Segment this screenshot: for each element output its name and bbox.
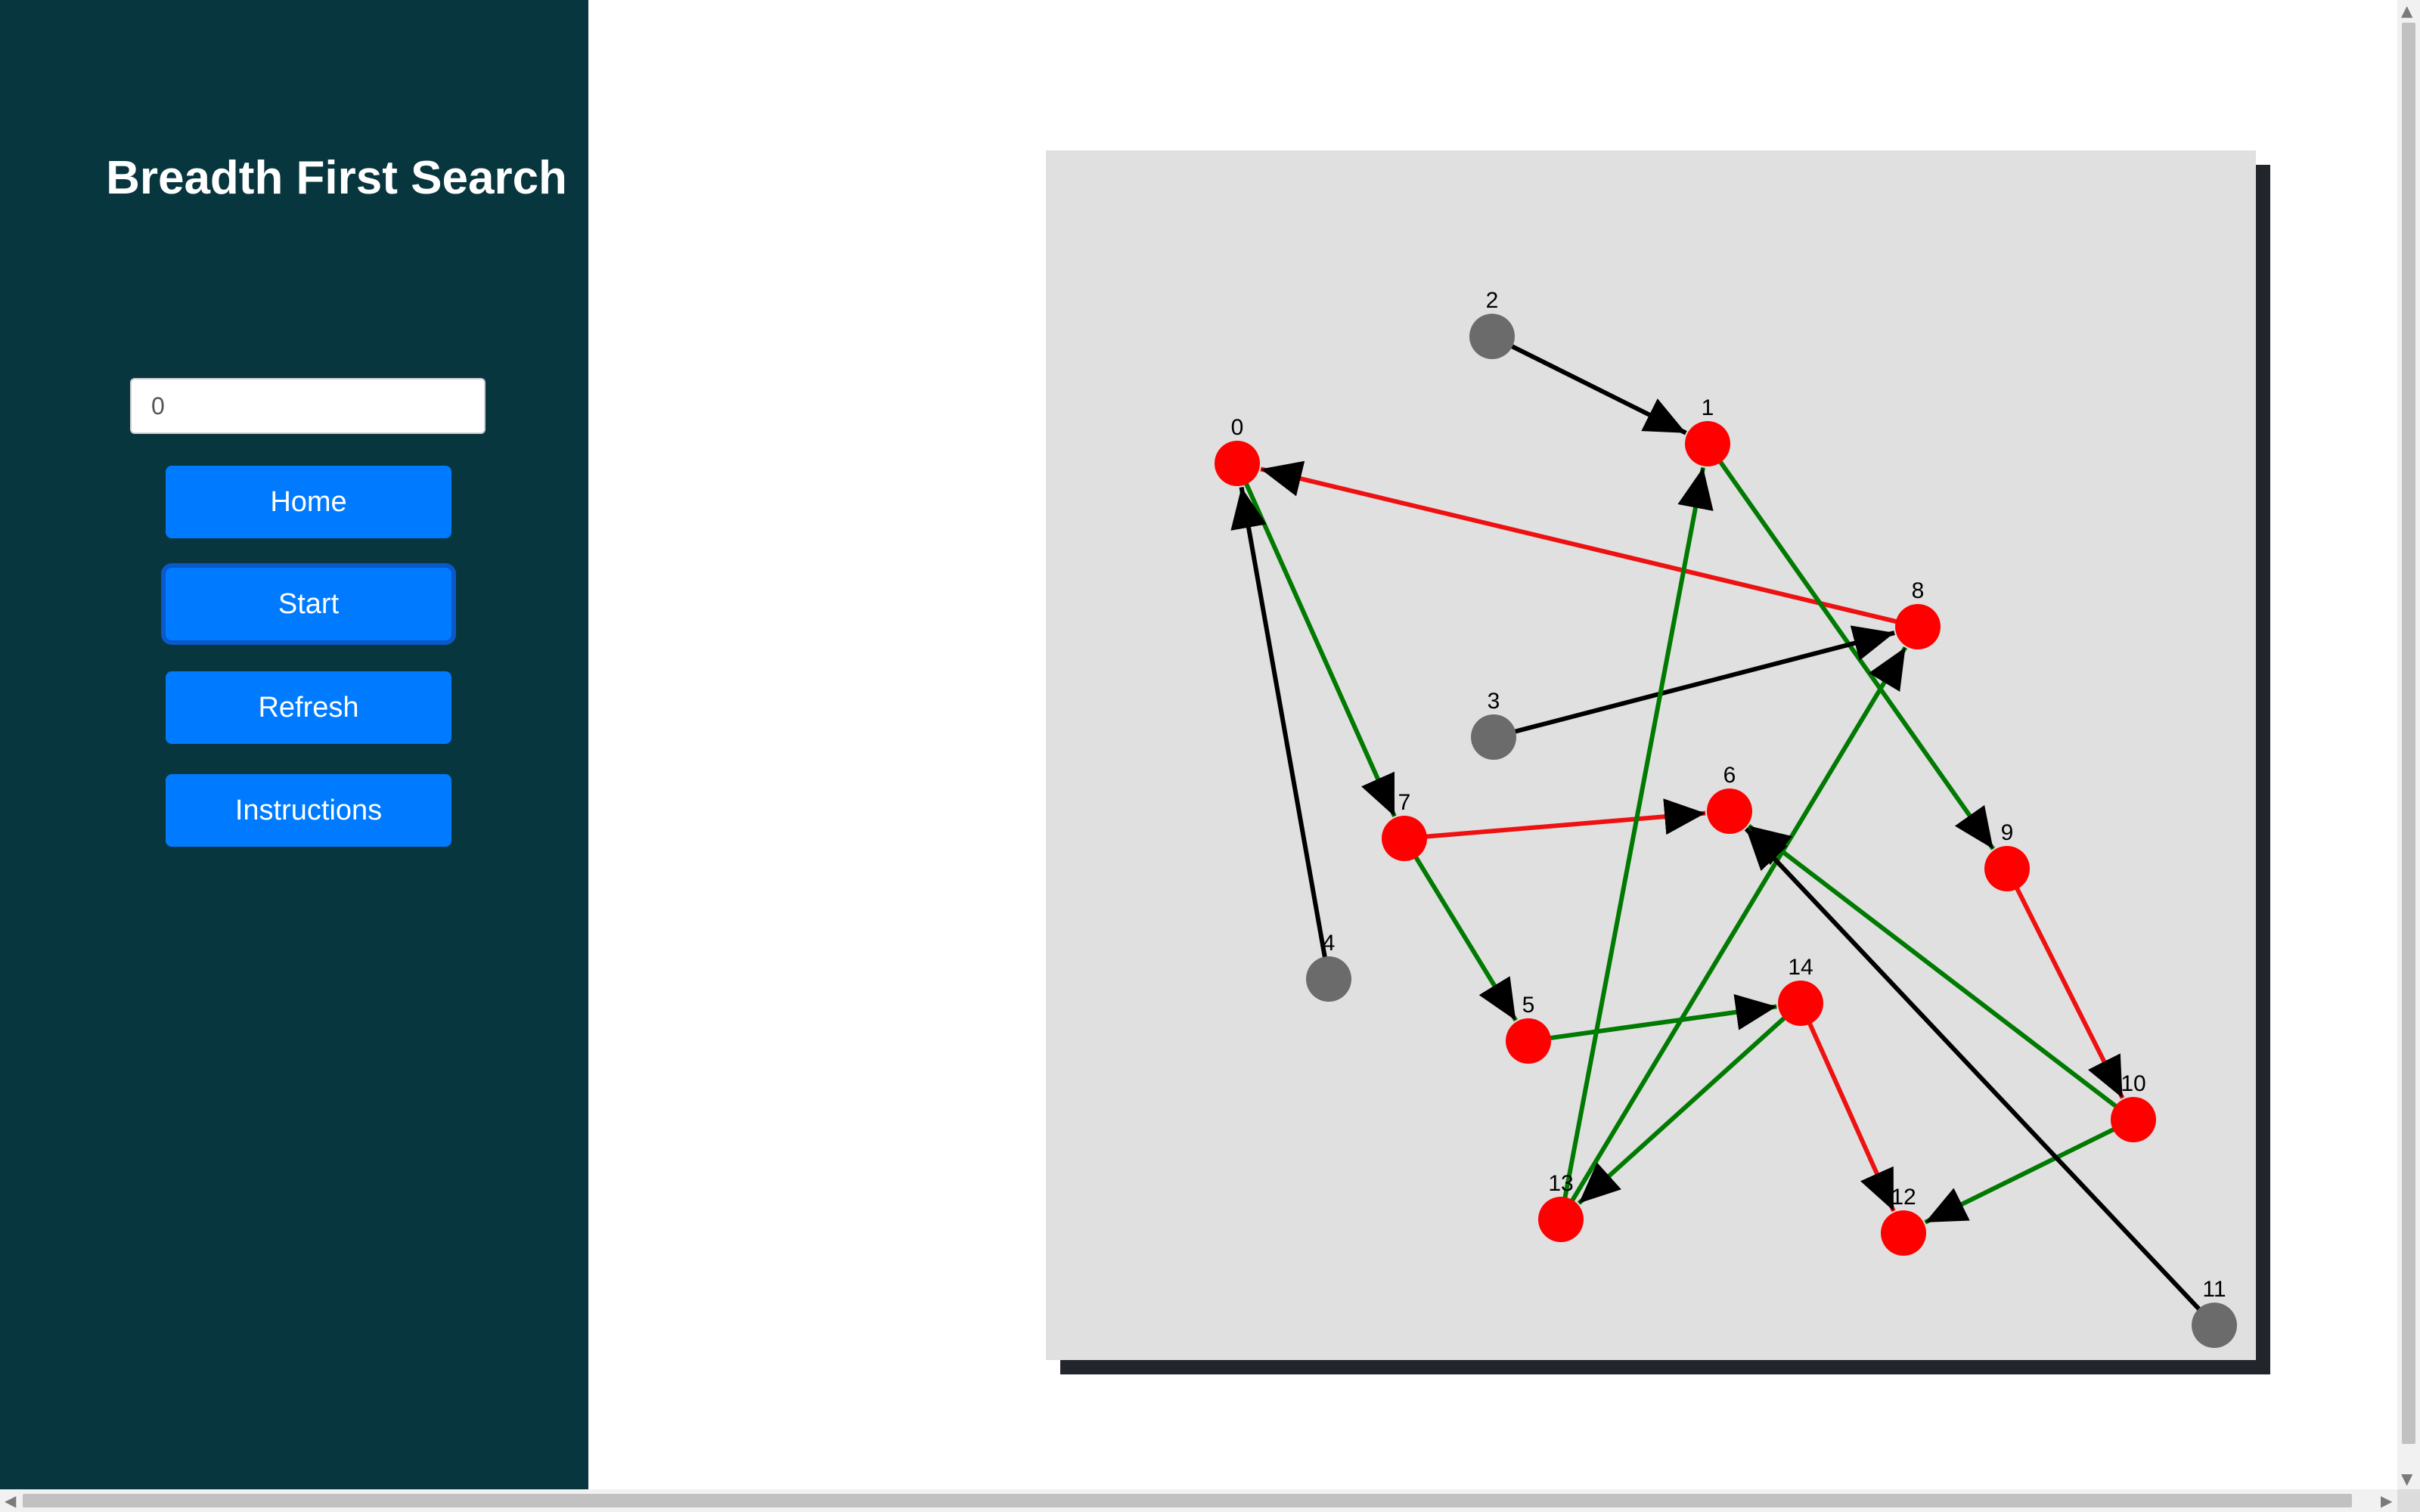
node-circle[interactable] — [1215, 441, 1260, 486]
node-label: 10 — [2121, 1071, 2145, 1096]
edge-14-13 — [1577, 1004, 1799, 1205]
node-circle[interactable] — [1707, 789, 1752, 834]
graph-node-4[interactable]: 4 — [1306, 931, 1351, 1002]
graph-node-10[interactable]: 10 — [2111, 1071, 2156, 1142]
node-circle[interactable] — [1778, 981, 1823, 1026]
scrollbar-corner — [2397, 1489, 2420, 1512]
edge-3-8 — [1497, 625, 1895, 739]
node-label: 0 — [1231, 415, 1244, 440]
node-circle[interactable] — [1382, 816, 1427, 861]
node-label: 2 — [1486, 288, 1499, 313]
start-button[interactable]: Start — [166, 568, 451, 640]
node-label: 12 — [1891, 1185, 1916, 1210]
vertical-scrollbar[interactable]: ▲ ▼ — [2397, 0, 2420, 1489]
edge-5-14 — [1532, 994, 1777, 1043]
node-label: 1 — [1702, 395, 1714, 420]
edge-9-10 — [2007, 872, 2125, 1099]
node-label: 5 — [1522, 993, 1535, 1018]
graph-node-8[interactable]: 8 — [1895, 578, 1941, 649]
node-circle[interactable] — [2111, 1097, 2156, 1142]
home-button[interactable]: Home — [166, 466, 451, 538]
graph-node-9[interactable]: 9 — [1984, 820, 2030, 891]
node-circle[interactable] — [1538, 1197, 1584, 1242]
node-circle[interactable] — [1471, 714, 1516, 760]
page-title: Breadth First Search — [106, 152, 567, 204]
graph-node-11[interactable]: 11 — [2192, 1277, 2237, 1348]
graph-node-2[interactable]: 2 — [1469, 288, 1515, 359]
edge-0-7 — [1236, 466, 1397, 817]
scroll-left-icon[interactable]: ◀ — [5, 1493, 16, 1508]
node-circle[interactable] — [1881, 1210, 1926, 1256]
edge-8-0 — [1260, 460, 1914, 628]
graph-node-5[interactable]: 5 — [1506, 993, 1551, 1064]
graph-node-14[interactable]: 14 — [1778, 955, 1823, 1026]
node-circle[interactable] — [1306, 956, 1351, 1002]
node-label: 14 — [1788, 955, 1813, 980]
graph-node-6[interactable]: 6 — [1707, 763, 1752, 834]
vertical-scrollbar-thumb[interactable] — [2402, 23, 2415, 1444]
node-circle[interactable] — [1506, 1018, 1551, 1064]
instructions-button[interactable]: Instructions — [166, 774, 451, 847]
start-node-input[interactable] — [130, 378, 486, 434]
node-label: 11 — [2202, 1277, 2226, 1302]
graph-canvas: 0 1 2 3 4 5 6 7 8 9 10 11 12 13 14 — [1046, 150, 2256, 1360]
graph-node-3[interactable]: 3 — [1471, 689, 1516, 760]
node-circle[interactable] — [1984, 846, 2030, 891]
node-label: 4 — [1323, 931, 1336, 956]
scroll-right-icon[interactable]: ▶ — [2381, 1493, 2392, 1508]
sidebar: Breadth First Search Home Start Refresh … — [0, 0, 588, 1489]
graph-node-0[interactable]: 0 — [1215, 415, 1260, 486]
node-label: 7 — [1398, 790, 1411, 815]
node-label: 8 — [1912, 578, 1925, 603]
edge-7-5 — [1404, 841, 1518, 1022]
refresh-button[interactable]: Refresh — [166, 671, 451, 744]
node-label: 13 — [1548, 1171, 1573, 1196]
graph-node-13[interactable]: 13 — [1538, 1171, 1584, 1242]
node-label: 6 — [1723, 763, 1736, 788]
node-circle[interactable] — [2192, 1303, 2237, 1348]
node-circle[interactable] — [1895, 604, 1941, 649]
edge-14-12 — [1800, 1006, 1896, 1213]
horizontal-scrollbar[interactable]: ◀ ▶ — [0, 1489, 2420, 1512]
node-circle[interactable] — [1685, 421, 1730, 466]
edge-2-1 — [1495, 336, 1687, 435]
edge-1-9 — [1708, 446, 1996, 850]
horizontal-scrollbar-thumb[interactable] — [23, 1494, 2352, 1507]
edge-10-12 — [1924, 1119, 2130, 1225]
graph-node-1[interactable]: 1 — [1685, 395, 1730, 466]
scroll-up-icon[interactable]: ▲ — [2401, 3, 2412, 18]
scroll-down-icon[interactable]: ▼ — [2401, 1471, 2412, 1486]
node-label: 9 — [2001, 820, 2014, 845]
graph-svg: 01234567891011121314 — [1215, 288, 2237, 1348]
node-circle[interactable] — [1469, 314, 1515, 359]
node-label: 3 — [1488, 689, 1500, 714]
edge-4-0 — [1230, 486, 1330, 975]
edge-7-6 — [1408, 798, 1706, 841]
